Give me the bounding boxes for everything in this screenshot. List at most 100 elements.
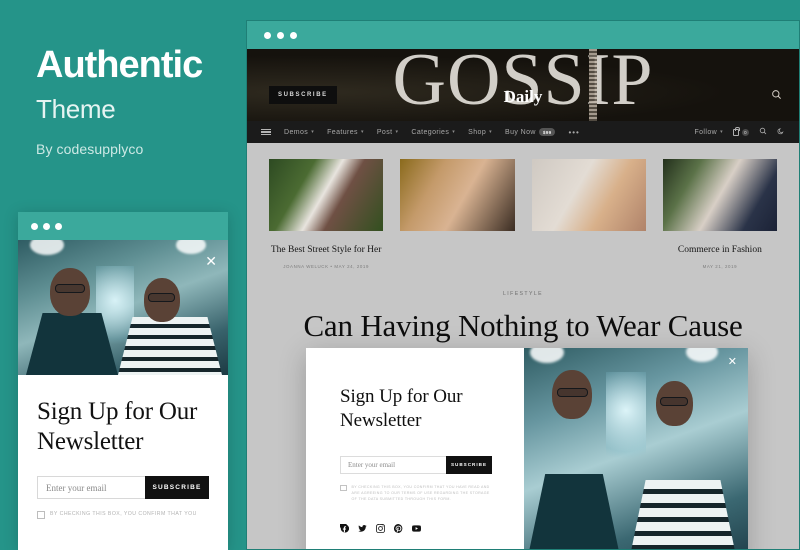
mobile-consent-row: BY CHECKING THIS BOX, YOU CONFIRM THAT Y…	[37, 510, 209, 519]
nav-item-label: Features	[327, 128, 358, 136]
consent-row: BY CHECKING THIS BOX, YOU CONFIRM THAT Y…	[340, 484, 492, 503]
mobile-email-input[interactable]: Enter your email	[37, 476, 145, 499]
nav-more-icon[interactable]: •••	[568, 128, 579, 137]
email-input[interactable]: Enter your email	[340, 455, 446, 474]
nav-item-shop[interactable]: Shop ▾	[468, 129, 492, 136]
price-badge: $99	[538, 128, 556, 136]
post-card-title: The Best Street Style for Her	[270, 245, 382, 255]
post-card-thumbnail	[400, 159, 515, 231]
close-icon[interactable]: ✕	[728, 357, 737, 368]
hamburger-menu-icon[interactable]	[261, 128, 271, 136]
nav-item-label: Follow	[694, 128, 718, 136]
post-card-row: The Best Street Style for Her JOANNA WEL…	[247, 143, 799, 269]
photo-person-left-body	[526, 474, 622, 549]
newsletter-heading: Sign Up for Our Newsletter	[340, 386, 463, 432]
cart-button[interactable]: 0	[733, 127, 749, 136]
twitter-icon[interactable]	[358, 524, 367, 533]
facebook-icon[interactable]	[340, 524, 349, 533]
mobile-newsletter-heading: Sign Up for Our Newsletter	[37, 398, 198, 455]
nav-item-demos[interactable]: Demos ▾	[284, 129, 314, 136]
consent-text: BY CHECKING THIS BOX, YOU CONFIRM THAT Y…	[351, 484, 490, 502]
chevron-down-icon: ▾	[360, 129, 364, 135]
photo-person-right-glasses	[148, 293, 175, 302]
subscribe-button[interactable]: SUBSCRIBE	[446, 455, 492, 474]
page-title: Authentic	[36, 44, 203, 86]
hero-subscribe-button[interactable]: SUBSCRIBE	[269, 86, 337, 104]
close-icon[interactable]: ✕	[205, 254, 217, 268]
nav-item-features[interactable]: Features ▾	[327, 129, 364, 136]
post-card-thumbnail	[531, 159, 646, 231]
photo-light-right	[686, 348, 718, 362]
mobile-consent-text: BY CHECKING THIS BOX, YOU CONFIRM THAT Y…	[50, 511, 197, 517]
nav-item-follow[interactable]: Follow ▾	[694, 129, 723, 136]
chevron-down-icon: ▾	[395, 129, 399, 135]
photo-person-right-body	[628, 480, 738, 549]
nav-item-label: Shop	[468, 128, 487, 136]
photo-person-left-glasses	[55, 284, 85, 293]
window-dot-close-icon[interactable]	[264, 31, 271, 39]
photo-person-right-body	[118, 317, 222, 375]
post-card-thumbnail	[269, 159, 384, 231]
nav-item-label: Post	[376, 128, 393, 136]
nav-item-buy-now[interactable]: Buy Now $99	[505, 128, 556, 136]
nav-item-label: Categories	[411, 128, 450, 136]
moon-icon[interactable]	[777, 127, 785, 137]
mobile-newsletter-photo: ✕	[18, 240, 228, 375]
nav-item-post[interactable]: Post ▾	[377, 129, 399, 136]
nav-item-label: Buy Now	[505, 128, 536, 136]
newsletter-modal-content: Sign Up for Our Newsletter Enter your em…	[306, 348, 524, 549]
photo-person-left-glasses	[557, 388, 588, 397]
social-links-row	[340, 524, 524, 534]
post-card[interactable]: Commerce in Fashion MAY 21, 2019	[662, 159, 777, 269]
chevron-down-icon: ▾	[489, 129, 493, 135]
youtube-icon[interactable]	[412, 524, 421, 533]
chevron-down-icon: ▾	[720, 129, 723, 135]
site-navbar: Demos ▾ Features ▾ Post ▾ Categories ▾ S…	[247, 121, 799, 143]
promo-subtitle: Theme	[36, 93, 116, 124]
search-icon[interactable]	[771, 89, 782, 103]
browser-window: GOSSIP Daily SUBSCRIBE Demos ▾ Features …	[246, 20, 800, 550]
window-dot-minimize-icon[interactable]	[43, 222, 50, 230]
photo-light-right	[176, 240, 206, 254]
post-card-meta: JOANNA WELUCK • MAY 24, 2019	[283, 263, 370, 269]
instagram-icon[interactable]	[376, 524, 385, 534]
site-hero: GOSSIP Daily SUBSCRIBE	[247, 49, 799, 121]
window-dot-maximize-icon[interactable]	[55, 222, 62, 230]
photo-light-left	[30, 240, 64, 255]
mobile-newsletter-form: Enter your email SUBSCRIBE	[37, 476, 209, 499]
photo-person-right-glasses	[660, 397, 688, 406]
site-page-content: The Best Street Style for Her JOANNA WEL…	[247, 143, 799, 549]
newsletter-form: Enter your email SUBSCRIBE	[340, 455, 492, 474]
shopping-bag-icon	[733, 127, 740, 136]
search-icon[interactable]	[759, 127, 767, 137]
consent-checkbox[interactable]	[340, 484, 347, 492]
nav-item-label: Demos	[284, 128, 309, 136]
mobile-newsletter-body: Sign Up for Our Newsletter Enter your em…	[18, 375, 228, 519]
mobile-consent-checkbox[interactable]	[37, 511, 45, 519]
chevron-down-icon: ▾	[452, 129, 456, 135]
mobile-preview-window: ✕ Sign Up for Our Newsletter Enter your …	[18, 212, 228, 550]
photo-light-left	[530, 348, 564, 363]
photo-stage-glow	[606, 372, 646, 468]
post-card[interactable]: The Best Street Style for Her JOANNA WEL…	[269, 159, 384, 269]
nav-item-categories[interactable]: Categories ▾	[411, 129, 455, 136]
window-dot-close-icon[interactable]	[31, 222, 38, 230]
post-card[interactable]	[400, 159, 515, 269]
newsletter-modal: Sign Up for Our Newsletter Enter your em…	[306, 348, 748, 549]
post-card-thumbnail	[662, 159, 777, 231]
mobile-window-titlebar	[18, 212, 228, 240]
post-card-meta: MAY 21, 2019	[702, 263, 738, 269]
chevron-down-icon: ▾	[311, 129, 315, 135]
promo-byline: By codesupplyco	[36, 140, 144, 157]
pinterest-icon[interactable]	[394, 524, 403, 534]
mobile-subscribe-button[interactable]: SUBSCRIBE	[145, 476, 209, 499]
navbar-right-group: Follow ▾ 0	[694, 127, 785, 137]
navbar-left-group: Demos ▾ Features ▾ Post ▾ Categories ▾ S…	[261, 128, 580, 137]
post-card[interactable]	[531, 159, 646, 269]
window-dot-maximize-icon[interactable]	[290, 31, 297, 39]
newsletter-modal-photo: ✕	[524, 348, 748, 549]
post-card-title: Commerce in Fashion	[677, 245, 762, 255]
cart-count-badge: 0	[742, 128, 749, 136]
window-dot-minimize-icon[interactable]	[277, 31, 284, 39]
featured-category-label[interactable]: LIFESTYLE	[247, 291, 799, 297]
